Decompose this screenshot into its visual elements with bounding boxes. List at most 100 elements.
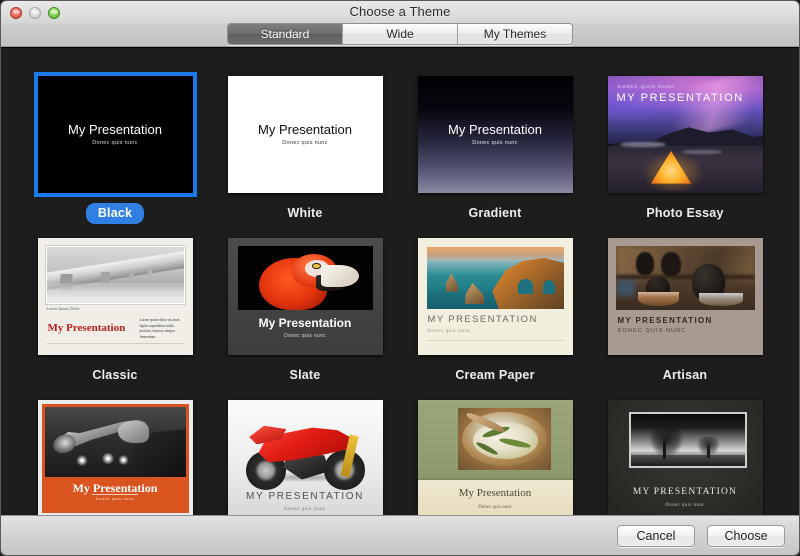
theme-thumbnail-classic[interactable]: Lorem Ipsum Dolor My Presentation Lorem … [37, 238, 193, 355]
theme-item-cream-paper[interactable]: MY PRESENTATION Donec quis nunc Cream Pa… [409, 238, 581, 386]
choose-theme-window: Choose a Theme Standard Wide My Themes M… [0, 0, 800, 556]
theme-item-row3-4[interactable]: MY PRESENTATION Donec quis nunc [599, 400, 771, 515]
theme-item-row3-2[interactable]: MY PRESENTATION Donec quis nunc [219, 400, 391, 515]
theme-label-photo-essay: Photo Essay [646, 206, 724, 220]
slide-subtitle: Donec quis nunc [95, 496, 135, 502]
window-titlebar: Choose a Theme Standard Wide My Themes [1, 1, 799, 47]
theme-item-gradient[interactable]: My Presentation Donec quis nunc Gradient [409, 76, 581, 224]
theme-thumbnail-wrap: My Presentation Donec quis nunc [409, 400, 581, 515]
parrot-photo-graphic [237, 246, 373, 310]
theme-thumbnail-artisan[interactable]: MY PRESENTATION DONEC QUIS NUNC [607, 238, 763, 355]
theme-thumbnail-wrap: MY PRESENTATION Donec quis nunc [409, 238, 581, 355]
blue-accent-graphic [615, 279, 635, 296]
theme-item-classic[interactable]: Lorem Ipsum Dolor My Presentation Lorem … [29, 238, 201, 386]
slide-title: MY PRESENTATION [617, 316, 713, 325]
theme-grid-scroll-area[interactable]: My Presentation Donec quis nunc Black My… [1, 47, 799, 515]
bridge-photo-graphic [45, 246, 185, 304]
slide-title: MY PRESENTATION [616, 92, 744, 104]
theme-thumbnail-white[interactable]: My Presentation Donec quis nunc [227, 76, 383, 193]
slide-subtitle: Donec quis nunc [665, 502, 705, 508]
slide-subtitle: Donec quis nunc [427, 328, 471, 333]
theme-label-classic: Classic [92, 368, 138, 382]
choose-button[interactable]: Choose [707, 524, 785, 547]
slide-subtitle: Donec quis nunc [284, 333, 326, 339]
tree-graphic [649, 427, 684, 458]
tab-wide[interactable]: Wide [343, 24, 458, 44]
bokeh-light-graphic [117, 454, 130, 466]
theme-thumbnail-wrap: My Presentation Donec quis nunc [29, 400, 201, 515]
slide-title: My Presentation [68, 122, 162, 137]
theme-item-artisan[interactable]: MY PRESENTATION DONEC QUIS NUNC Artisan [599, 238, 771, 386]
slide-subtitle: Donec quis nunc [478, 505, 512, 511]
theme-thumbnail-wrap: MY PRESENTATION Donec quis nunc [599, 400, 771, 515]
theme-item-slate[interactable]: My Presentation Donec quis nunc Slate [219, 238, 391, 386]
slide-title: My Presentation [448, 122, 542, 137]
theme-thumbnail-wrap: My Presentation Donec quis nunc [29, 72, 201, 197]
window-title: Choose a Theme [349, 4, 451, 19]
slide-frame-graphic: My Presentation Donec quis nunc [41, 404, 189, 513]
trees-photo-graphic [629, 412, 747, 468]
slide-photo-caption: Lorem Ipsum Dolor [46, 306, 80, 311]
slide-subtitle: DONEC QUIS NUNC [617, 84, 676, 89]
theme-grid: My Presentation Donec quis nunc Black My… [1, 48, 799, 515]
theme-thumbnail-wrap: My Presentation Donec quis nunc [409, 76, 581, 193]
divider [92, 494, 138, 496]
tab-standard[interactable]: Standard [228, 24, 343, 44]
vase-graphic [661, 251, 681, 277]
theme-label-white: White [287, 206, 323, 220]
theme-thumbnail-row3-2[interactable]: MY PRESENTATION Donec quis nunc [227, 400, 383, 515]
sea-arch-graphic [542, 280, 556, 295]
tab-my-themes[interactable]: My Themes [458, 24, 572, 44]
slide-title: My Presentation [458, 486, 532, 499]
theme-thumbnail-gradient[interactable]: My Presentation Donec quis nunc [417, 76, 573, 193]
theme-thumbnail-wrap: My Presentation Donec quis nunc [219, 238, 391, 355]
bridge-pier-graphic [101, 271, 110, 283]
bowl-graphic [637, 292, 680, 307]
shelf-graphic [615, 275, 755, 279]
theme-label-cream-paper: Cream Paper [455, 368, 535, 382]
theme-item-photo-essay[interactable]: DONEC QUIS NUNC MY PRESENTATION Photo Es… [599, 76, 771, 224]
theme-category-segmented-control[interactable]: Standard Wide My Themes [227, 23, 573, 45]
vase-graphic [636, 252, 655, 276]
theme-item-white[interactable]: My Presentation Donec quis nunc White [219, 76, 391, 224]
cancel-button[interactable]: Cancel [617, 524, 695, 547]
theme-item-row3-3[interactable]: My Presentation Donec quis nunc [409, 400, 581, 515]
hand-graphic [117, 421, 149, 444]
slide-subtitle: Donec quis nunc [472, 140, 518, 146]
bokeh-light-graphic [100, 452, 115, 465]
theme-thumbnail-wrap: MY PRESENTATION Donec quis nunc [219, 400, 391, 515]
food-photo-graphic [457, 408, 551, 470]
bowl-graphic [698, 293, 744, 307]
bridge-pier-graphic [128, 270, 135, 279]
theme-thumbnail-wrap: My Presentation Donec quis nunc [219, 76, 391, 193]
theme-thumbnail-slate[interactable]: My Presentation Donec quis nunc [227, 238, 383, 355]
pottery-photo-graphic [615, 246, 755, 310]
slide-subtitle: Donec quis nunc [92, 140, 138, 146]
tree-trunk-graphic [707, 446, 710, 458]
theme-thumbnail-row3-1[interactable]: My Presentation Donec quis nunc [37, 400, 193, 515]
theme-thumbnail-wrap: MY PRESENTATION DONEC QUIS NUNC [599, 238, 771, 355]
theme-thumbnail-cream-paper[interactable]: MY PRESENTATION Donec quis nunc [417, 238, 573, 355]
haze-graphic [46, 282, 184, 303]
slide-title: MY PRESENTATION [246, 491, 364, 503]
title-band-graphic: My Presentation Donec quis nunc [44, 477, 186, 510]
slide-title: MY PRESENTATION [632, 486, 738, 497]
theme-item-black[interactable]: My Presentation Donec quis nunc Black [29, 72, 201, 224]
coast-photo-graphic [426, 247, 564, 309]
bridge-pier-graphic [147, 269, 152, 276]
parrot-upper-beak-graphic [321, 265, 359, 287]
slide-title: MY PRESENTATION [427, 314, 538, 325]
theme-thumbnail-black[interactable]: My Presentation Donec quis nunc [33, 72, 197, 197]
theme-thumbnail-wrap: Lorem Ipsum Dolor My Presentation Lorem … [29, 238, 201, 355]
tree-trunk-graphic [663, 441, 667, 459]
theme-thumbnail-wrap: DONEC QUIS NUNC MY PRESENTATION [599, 76, 771, 193]
divider [426, 340, 564, 341]
theme-item-row3-1[interactable]: My Presentation Donec quis nunc [29, 400, 201, 515]
bokeh-light-graphic [75, 454, 89, 466]
ground-graphic [631, 454, 745, 466]
theme-thumbnail-row3-4[interactable]: MY PRESENTATION Donec quis nunc [607, 400, 763, 515]
slide-subtitle: DONEC QUIS NUNC [617, 328, 687, 334]
theme-thumbnail-row3-3[interactable]: My Presentation Donec quis nunc [417, 400, 573, 515]
theme-thumbnail-photo-essay[interactable]: DONEC QUIS NUNC MY PRESENTATION [607, 76, 763, 193]
slide-title: My Presentation [47, 322, 126, 334]
